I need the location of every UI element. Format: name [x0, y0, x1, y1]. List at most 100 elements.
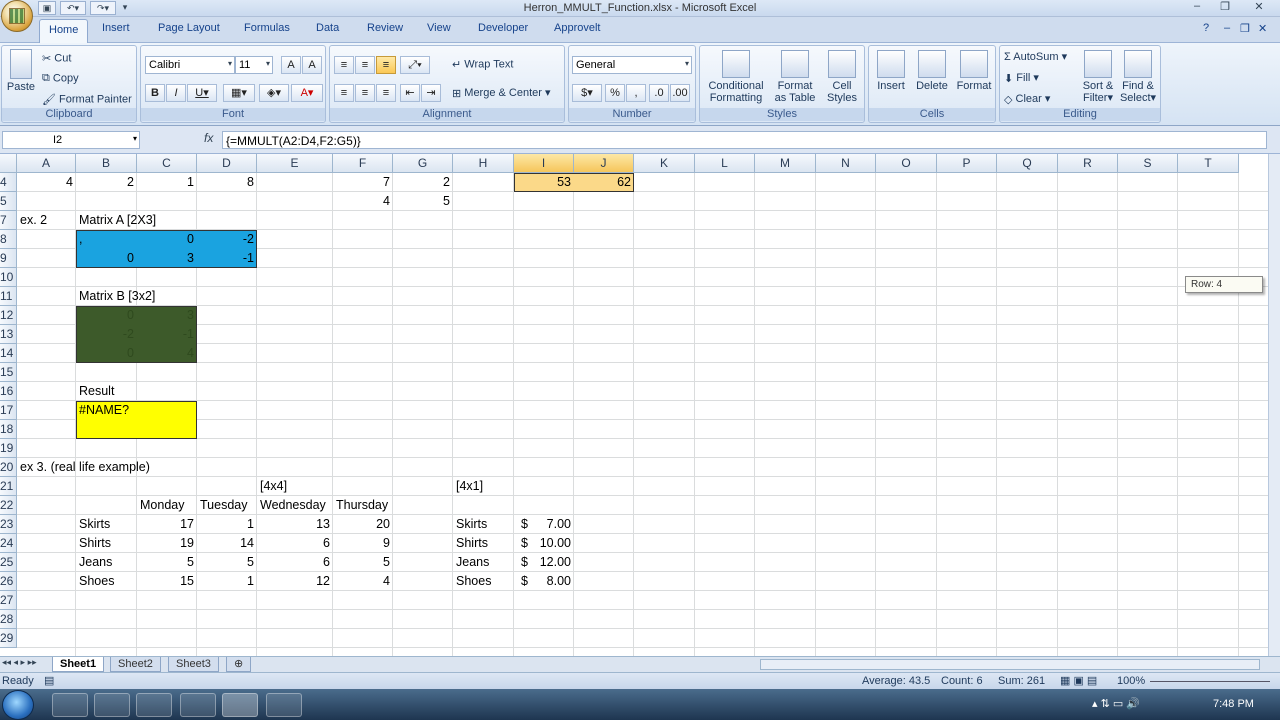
tab-insert[interactable]: Insert [102, 22, 130, 34]
tab-view[interactable]: View [427, 22, 451, 34]
name-box[interactable]: I2 ▾ [2, 131, 140, 149]
horizontal-scrollbar[interactable] [760, 659, 1260, 670]
row-header-25[interactable]: 25 [0, 553, 17, 572]
autosum-button[interactable]: Σ AutoSum ▾ [1004, 50, 1067, 63]
cell-c25[interactable]: 5 [137, 553, 197, 572]
cell-a4[interactable]: 4 [17, 173, 76, 192]
cell-c24[interactable]: 19 [137, 534, 197, 553]
cell-c9[interactable]: 3 [137, 249, 197, 268]
borders-button[interactable]: ▦▾ [223, 84, 255, 102]
sort-filter-button[interactable]: Sort & Filter▾ [1078, 50, 1118, 104]
cell-h23[interactable]: Skirts [453, 515, 514, 534]
cell-h21[interactable]: [4x1] [453, 477, 514, 496]
zoom-level[interactable]: 100% [1117, 675, 1145, 687]
shrink-font-button[interactable]: A [302, 56, 322, 74]
tab-sheet1[interactable]: Sheet1 [52, 657, 105, 672]
cell-c12[interactable]: 3 [137, 306, 197, 325]
cell-h24[interactable]: Shirts [453, 534, 514, 553]
customize-qat-icon[interactable]: ▾ [120, 1, 130, 15]
cell-e26[interactable]: 12 [257, 572, 333, 591]
column-header-j[interactable]: J [574, 154, 634, 173]
insert-sheet-icon[interactable]: ⊕ [226, 657, 252, 672]
cell-a20[interactable]: ex 3. (real life example) [17, 458, 150, 477]
cell-d26[interactable]: 1 [197, 572, 257, 591]
cell-c23[interactable]: 17 [137, 515, 197, 534]
cell-c14[interactable]: 4 [137, 344, 197, 363]
minimize-button[interactable]: – [1185, 0, 1209, 15]
cell-b23[interactable]: Skirts [76, 515, 137, 534]
comma-button[interactable]: , [626, 84, 646, 102]
tab-sheet2[interactable]: Sheet2 [110, 657, 161, 672]
number-format-select[interactable]: General ▾ [572, 56, 692, 74]
font-color-button[interactable]: A▾ [291, 84, 323, 102]
cell-i25[interactable]: 12.00 [514, 553, 574, 572]
cell-b16[interactable]: Result [76, 382, 137, 401]
fill-button[interactable]: ⬇ Fill ▾ [1004, 71, 1039, 85]
font-size-select[interactable]: 11 ▾ [235, 56, 273, 74]
orientation-icon[interactable]: ⤢▾ [400, 56, 430, 74]
tab-page-layout[interactable]: Page Layout [158, 22, 220, 34]
cell-f5[interactable]: 4 [333, 192, 393, 211]
insert-function-button[interactable]: fx [148, 131, 220, 149]
taskbar-ie-icon[interactable] [52, 693, 88, 717]
align-bottom-icon[interactable]: ≡ [376, 56, 396, 74]
format-as-table-button[interactable]: Format as Table [770, 50, 820, 104]
conditional-formatting-button[interactable]: Conditional Formatting [703, 50, 769, 104]
cell-c26[interactable]: 15 [137, 572, 197, 591]
clear-button[interactable]: ◇ Clear ▾ [1004, 92, 1050, 106]
cell-e21[interactable]: [4x4] [257, 477, 333, 496]
cell-d24[interactable]: 14 [197, 534, 257, 553]
bold-button[interactable]: B [145, 84, 165, 102]
row-header-14[interactable]: 14 [0, 344, 17, 363]
cell-d22[interactable]: Tuesday [197, 496, 257, 515]
cell-b26[interactable]: Shoes [76, 572, 137, 591]
cell-c22[interactable]: Monday [137, 496, 197, 515]
align-right-icon[interactable]: ≡ [376, 84, 396, 102]
worksheet-grid[interactable]: A B C D E F G H I J K L M N O P Q R S T 4 5 7 8 9 10 11 12 13 14 15 16 1… [0, 154, 1268, 656]
cell-h26[interactable]: Shoes [453, 572, 514, 591]
zoom-slider[interactable] [1150, 681, 1270, 682]
percent-button[interactable]: % [605, 84, 625, 102]
cell-b14[interactable]: 0 [76, 344, 137, 363]
decrease-decimal-icon[interactable]: .00 [670, 84, 690, 102]
undo-icon[interactable]: ↶▾ [60, 1, 86, 15]
row-header-11[interactable]: 11 [0, 287, 17, 306]
row-header-17[interactable]: 17 [0, 401, 17, 420]
copy-button[interactable]: ⧉ Copy [42, 72, 79, 85]
currency-button[interactable]: $▾ [572, 84, 602, 102]
cell-i24[interactable]: 10.00 [514, 534, 574, 553]
row-header-7[interactable]: 7 [0, 211, 17, 230]
tab-sheet3[interactable]: Sheet3 [168, 657, 219, 672]
row-header-22[interactable]: 22 [0, 496, 17, 515]
column-header-b[interactable]: B [76, 154, 137, 173]
sheet-nav-icons[interactable]: ◂◂ ◂ ▸ ▸▸ [2, 657, 37, 668]
view-buttons[interactable]: ▦ ▣ ▤ [1060, 674, 1097, 687]
restore-button[interactable]: ❐ [1213, 0, 1237, 15]
redo-icon[interactable]: ↷▾ [90, 1, 116, 15]
column-header-c[interactable]: C [137, 154, 197, 173]
taskbar-media-icon[interactable] [180, 693, 216, 717]
cell-d8[interactable]: -2 [197, 230, 257, 249]
row-header-4[interactable]: 4 [0, 173, 17, 192]
delete-cells-button[interactable]: Delete [911, 50, 953, 92]
row-header-21[interactable]: 21 [0, 477, 17, 496]
select-all-corner[interactable] [0, 154, 17, 173]
ribbon-close-button[interactable]: ✕ [1258, 22, 1267, 35]
cell-g4[interactable]: 2 [393, 173, 453, 192]
align-middle-icon[interactable]: ≡ [355, 56, 375, 74]
row-header-8[interactable]: 8 [0, 230, 17, 249]
fill-color-button[interactable]: ◈▾ [259, 84, 289, 102]
save-icon[interactable]: ▣ [38, 1, 56, 15]
cell-f23[interactable]: 20 [333, 515, 393, 534]
cell-b17[interactable]: #NAME? [76, 401, 137, 420]
tab-home[interactable]: Home [39, 19, 89, 43]
cell-e22[interactable]: Wednesday [257, 496, 333, 515]
taskbar-excel-icon[interactable] [222, 693, 258, 717]
cell-e23[interactable]: 13 [257, 515, 333, 534]
format-painter-button[interactable]: 🖌 Format Painter [42, 93, 132, 106]
taskbar-recorder-icon[interactable] [266, 693, 302, 717]
cell-e25[interactable]: 6 [257, 553, 333, 572]
tab-formulas[interactable]: Formulas [244, 22, 290, 34]
row-header-12[interactable]: 12 [0, 306, 17, 325]
cell-b8[interactable]: , [76, 230, 137, 249]
